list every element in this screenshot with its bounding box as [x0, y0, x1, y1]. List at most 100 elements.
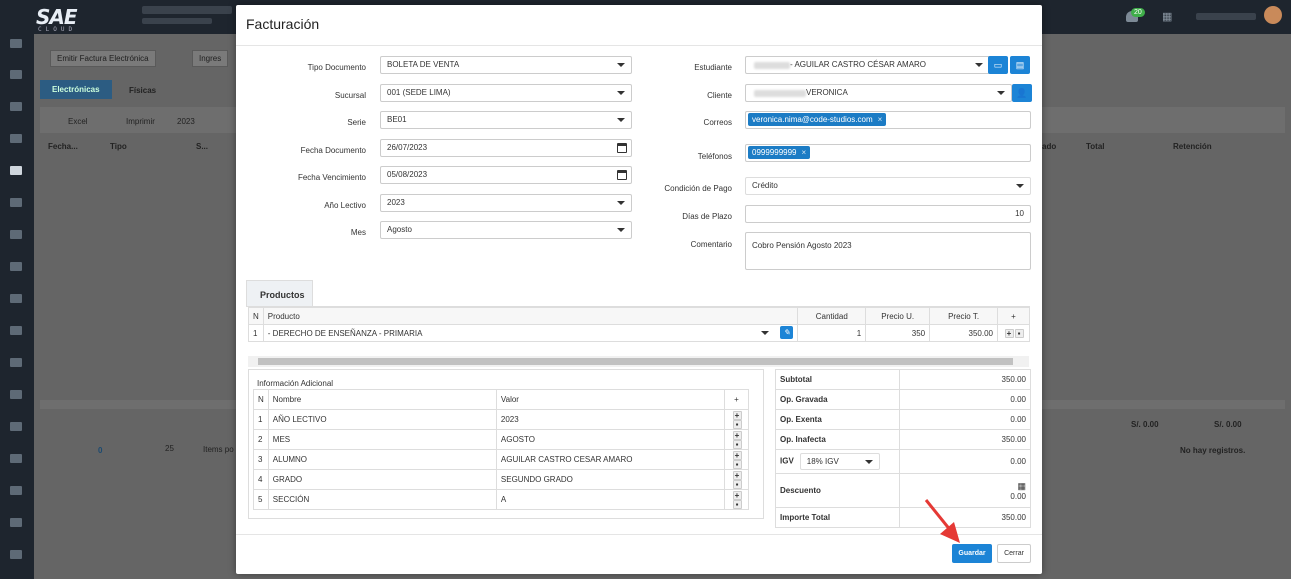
add-icon[interactable]: +: [732, 470, 742, 480]
sidebar-icon[interactable]: [10, 358, 22, 367]
excel-button[interactable]: Excel: [68, 117, 88, 126]
comentario-textarea[interactable]: Cobro Pensión Agosto 2023: [745, 232, 1031, 270]
info-nombre[interactable]: AÑO LECTIVO: [267, 409, 497, 430]
sidebar-icon[interactable]: [10, 454, 22, 463]
descuento-value[interactable]: 0.00: [904, 492, 1026, 501]
sidebar-icon[interactable]: [10, 390, 22, 399]
serie-select[interactable]: BE01: [380, 111, 632, 129]
year-filter[interactable]: 2023: [177, 117, 195, 126]
trash-icon[interactable]: ▪: [1014, 328, 1024, 338]
col-estado[interactable]: ado: [1042, 142, 1056, 151]
save-button[interactable]: Guardar: [952, 544, 992, 563]
tab-electronicas[interactable]: Electrónicas: [40, 80, 112, 99]
fecha-documento-input[interactable]: 26/07/2023: [380, 139, 632, 157]
page-number[interactable]: 0: [98, 446, 102, 455]
sidebar-icon[interactable]: [10, 294, 22, 303]
items-per-page-label: Items po: [203, 445, 234, 454]
trash-icon[interactable]: ▪: [732, 499, 742, 509]
mes-select[interactable]: Agosto: [380, 221, 632, 239]
avatar[interactable]: [1264, 6, 1282, 24]
email-chip[interactable]: veronica.nima@code-studios.com ×: [748, 113, 887, 126]
sidebar-icon[interactable]: [10, 70, 22, 79]
col-tipo[interactable]: Tipo: [110, 142, 127, 151]
trash-icon[interactable]: ▪: [732, 459, 742, 469]
info-valor[interactable]: AGUILAR CASTRO CESAR AMARO: [495, 449, 726, 470]
scrollbar-thumb[interactable]: [258, 358, 1013, 365]
sucursal-select[interactable]: 001 (SEDE LIMA): [380, 84, 632, 102]
edit-icon[interactable]: ✎: [780, 326, 794, 339]
cantidad-input[interactable]: 1: [797, 324, 867, 342]
print-button[interactable]: Imprimir: [126, 117, 155, 126]
sidebar-icon[interactable]: [10, 230, 22, 239]
trash-icon[interactable]: ▪: [732, 419, 742, 429]
add-icon[interactable]: +: [732, 410, 742, 420]
info-valor[interactable]: AGOSTO: [495, 429, 726, 450]
page-size-select[interactable]: 25: [165, 444, 174, 453]
sidebar-icon[interactable]: [10, 102, 22, 111]
sidebar-icon[interactable]: [10, 422, 22, 431]
trash-icon[interactable]: ▪: [732, 439, 742, 449]
anio-lectivo-select[interactable]: 2023: [380, 194, 632, 212]
estudiante-select[interactable]: - AGUILAR CASTRO CÉSAR AMARO: [745, 56, 990, 74]
col-serie[interactable]: S...: [196, 142, 208, 151]
add-icon[interactable]: +: [732, 450, 742, 460]
sidebar-icon[interactable]: [10, 198, 22, 207]
label-anio-lectivo: Año Lectivo: [324, 201, 366, 210]
info-valor[interactable]: SEGUNDO GRADO: [495, 469, 726, 490]
label-telefonos: Teléfonos: [697, 152, 732, 161]
apps-grid-icon[interactable]: ▦: [1162, 12, 1172, 23]
dias-plazo-input[interactable]: 10: [745, 205, 1031, 223]
emit-invoice-button[interactable]: Emitir Factura Electrónica: [50, 50, 156, 67]
ingreso-button[interactable]: Ingres: [192, 50, 229, 67]
trash-icon[interactable]: ▪: [732, 479, 742, 489]
add-product-button[interactable]: +: [997, 307, 1030, 325]
sidebar-icon[interactable]: [10, 39, 22, 48]
app-logo[interactable]: SAE CLOUD: [36, 5, 78, 33]
sidebar-icon[interactable]: [10, 134, 22, 143]
student-card-button[interactable]: ▭: [988, 56, 1008, 74]
add-icon[interactable]: +: [732, 430, 742, 440]
col-retencion[interactable]: Retención: [1173, 142, 1212, 151]
precio-u-input[interactable]: 350: [865, 324, 931, 342]
sidebar-icon[interactable]: [10, 486, 22, 495]
importe-total-label: Importe Total: [775, 507, 900, 528]
chevron-down-icon: [617, 118, 625, 122]
sidebar-icon[interactable]: [10, 550, 22, 559]
sidebar-icon-active[interactable]: [10, 166, 22, 175]
add-icon[interactable]: +: [1004, 328, 1014, 338]
fecha-vencimiento-input[interactable]: 05/08/2023: [380, 166, 632, 184]
notifications-button[interactable]: 20: [1126, 8, 1145, 24]
products-header-row: N Producto Cantidad Precio U. Precio T. …: [248, 307, 1030, 325]
sidebar-icon[interactable]: [10, 518, 22, 527]
horizontal-scrollbar[interactable]: [248, 356, 1029, 367]
op-gravada-value: 0.00: [899, 389, 1031, 410]
cliente-select[interactable]: VERONICA: [745, 84, 1012, 102]
calculator-icon[interactable]: ▦: [904, 481, 1026, 492]
tab-fisicas[interactable]: Físicas: [129, 86, 156, 95]
tab-productos[interactable]: Productos: [246, 280, 313, 307]
calendar-icon[interactable]: [617, 170, 627, 180]
igv-select[interactable]: 18% IGV: [799, 453, 880, 470]
student-id-button[interactable]: ▤: [1010, 56, 1030, 74]
info-nombre[interactable]: MES: [267, 429, 497, 450]
info-nombre[interactable]: SECCIÓN: [267, 489, 497, 510]
close-icon[interactable]: ×: [878, 115, 883, 124]
sidebar-icon[interactable]: [10, 262, 22, 271]
sidebar-icon[interactable]: [10, 326, 22, 335]
condicion-pago-select[interactable]: Crédito: [745, 177, 1031, 195]
close-button[interactable]: Cerrar: [997, 544, 1031, 563]
tipo-documento-select[interactable]: BOLETA DE VENTA: [380, 56, 632, 74]
info-nombre[interactable]: GRADO: [267, 469, 497, 490]
calendar-icon[interactable]: [617, 143, 627, 153]
col-total[interactable]: Total: [1086, 142, 1105, 151]
info-nombre[interactable]: ALUMNO: [267, 449, 497, 470]
phone-chip[interactable]: 0999999999 ×: [748, 146, 811, 159]
add-icon[interactable]: +: [732, 490, 742, 500]
producto-select[interactable]: - DERECHO DE ENSEÑANZA - PRIMARIA ✎: [262, 324, 799, 342]
col-fecha[interactable]: Fecha...: [48, 142, 78, 151]
close-icon[interactable]: ×: [802, 148, 807, 157]
info-valor[interactable]: A: [495, 489, 726, 510]
add-info-button[interactable]: +: [724, 389, 749, 410]
client-user-button[interactable]: 👤: [1012, 84, 1032, 102]
info-valor[interactable]: 2023: [495, 409, 726, 430]
